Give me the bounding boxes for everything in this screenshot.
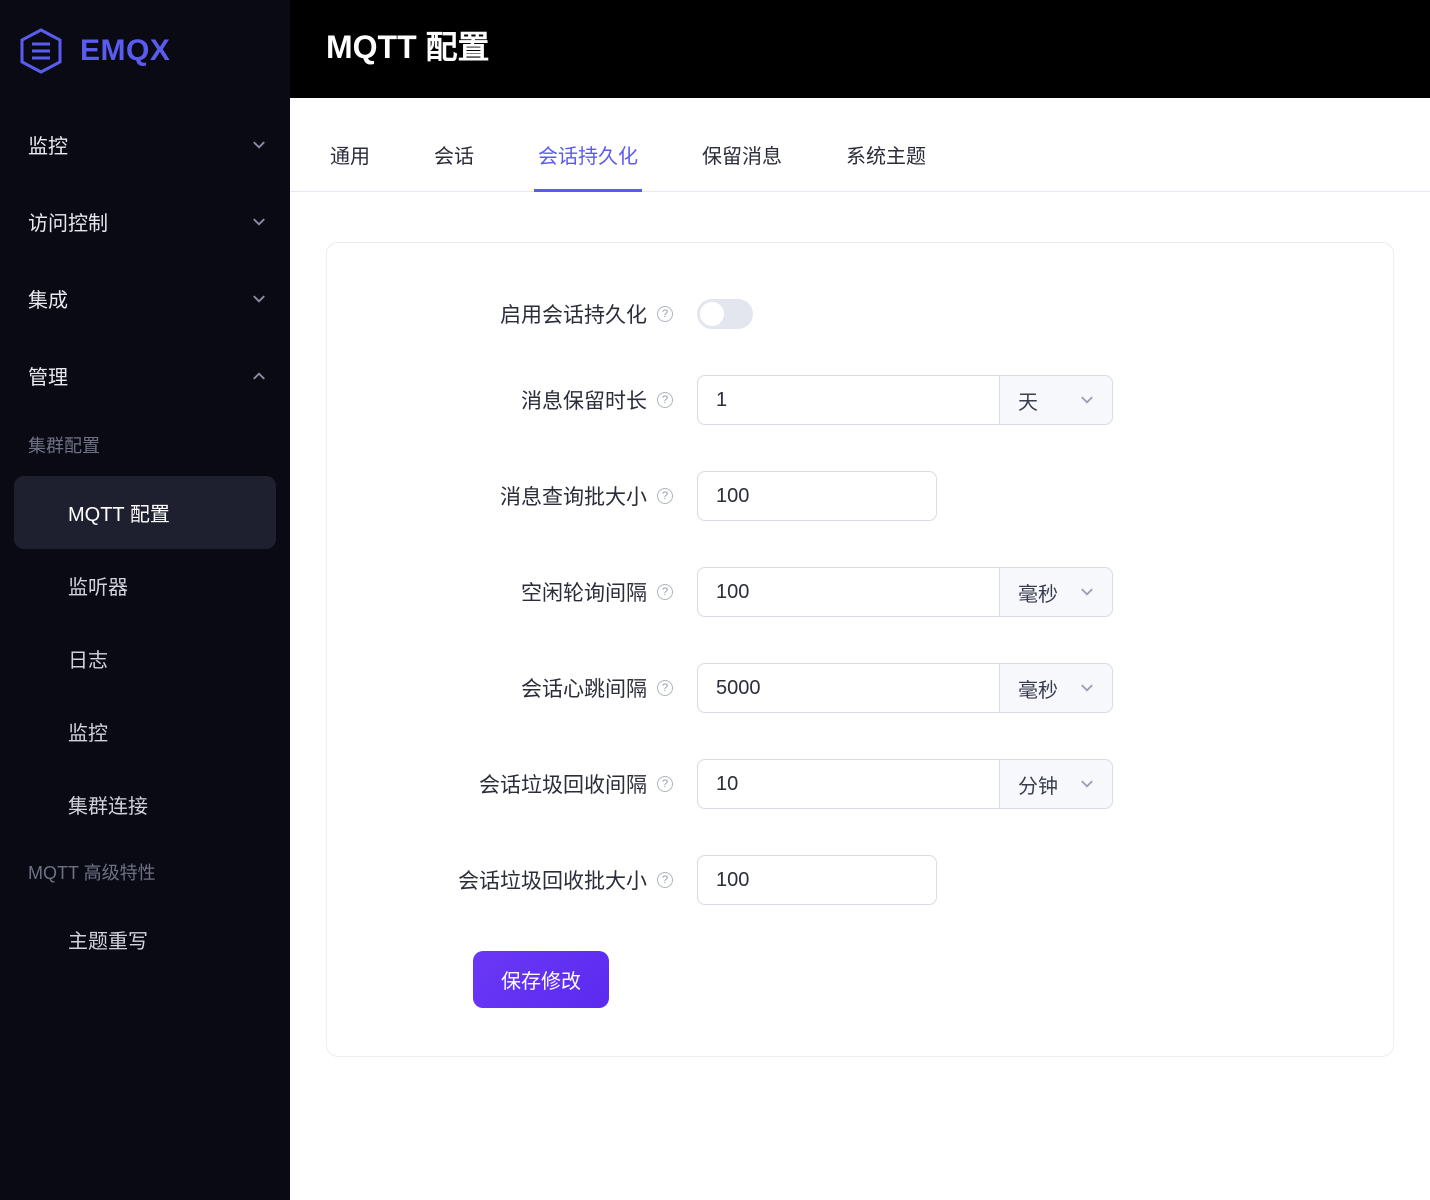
brand-text: EMQX	[80, 34, 170, 68]
tab-session[interactable]: 会话	[430, 126, 478, 192]
sidebar: EMQX 监控 访问控制 集成 管理 集群配置	[0, 0, 290, 1200]
content: 通用 会话 会话持久化 保留消息 系统主题 启用会话持久化 ? 消息保留时长 ?	[290, 98, 1430, 1200]
gc-batch-input[interactable]	[697, 855, 937, 905]
chevron-down-icon	[1080, 681, 1094, 695]
label-heartbeat: 会话心跳间隔	[521, 673, 647, 703]
idle-poll-input[interactable]	[697, 567, 999, 617]
chevron-down-icon	[1080, 393, 1094, 407]
nav-group-label: 访问控制	[28, 207, 108, 236]
nav-item-label: 日志	[68, 650, 108, 672]
nav-item-mqtt-config[interactable]: MQTT 配置	[14, 476, 276, 549]
gc-interval-unit-select[interactable]: 分钟	[999, 759, 1113, 809]
tabs: 通用 会话 会话持久化 保留消息 系统主题	[290, 98, 1430, 192]
help-icon[interactable]: ?	[657, 488, 673, 504]
heartbeat-input[interactable]	[697, 663, 999, 713]
nav-item-label: MQTT 配置	[68, 504, 170, 526]
form-actions: 保存修改	[387, 951, 1333, 1008]
nav-group-monitoring[interactable]: 监控	[0, 106, 290, 183]
chevron-down-icon	[252, 292, 266, 306]
help-icon[interactable]: ?	[657, 872, 673, 888]
enable-switch[interactable]	[697, 299, 753, 329]
nav-sub-management: 集群配置 MQTT 配置 监听器 日志 监控 集群连接 MQTT 高级特性 主题…	[0, 414, 290, 976]
label-retention: 消息保留时长	[521, 385, 647, 415]
nav-item-label: 监控	[68, 723, 108, 745]
help-icon[interactable]: ?	[657, 584, 673, 600]
nav-item-monitoring[interactable]: 监控	[0, 695, 290, 768]
chevron-up-icon	[252, 369, 266, 383]
row-heartbeat: 会话心跳间隔 ? 毫秒	[387, 663, 1333, 713]
nav-group-label: 监控	[28, 130, 68, 159]
chevron-down-icon	[1080, 585, 1094, 599]
row-retention: 消息保留时长 ? 天	[387, 375, 1333, 425]
nav-group-label: 管理	[28, 361, 68, 390]
nav-item-cluster-connection[interactable]: 集群连接	[0, 768, 290, 841]
label-idle-poll: 空闲轮询间隔	[521, 577, 647, 607]
nav-section-mqtt-advanced: MQTT 高级特性	[0, 841, 290, 903]
row-gc-batch: 会话垃圾回收批大小 ?	[387, 855, 1333, 905]
tab-retained[interactable]: 保留消息	[698, 126, 786, 192]
label-gc-interval: 会话垃圾回收间隔	[479, 769, 647, 799]
heartbeat-unit-select[interactable]: 毫秒	[999, 663, 1113, 713]
row-idle-poll: 空闲轮询间隔 ? 毫秒	[387, 567, 1333, 617]
form-panel: 启用会话持久化 ? 消息保留时长 ? 天	[326, 242, 1394, 1057]
retention-unit-select[interactable]: 天	[999, 375, 1113, 425]
chevron-down-icon	[1080, 777, 1094, 791]
nav-group-label: 集成	[28, 284, 68, 313]
idle-poll-unit-select[interactable]: 毫秒	[999, 567, 1113, 617]
row-batch-size: 消息查询批大小 ?	[387, 471, 1333, 521]
logo-area: EMQX	[0, 0, 290, 102]
chevron-down-icon	[252, 215, 266, 229]
unit-value: 分钟	[1018, 770, 1058, 799]
tab-system-topic[interactable]: 系统主题	[842, 126, 930, 192]
help-icon[interactable]: ?	[657, 392, 673, 408]
label-enable: 启用会话持久化	[500, 299, 647, 329]
logo-icon	[16, 26, 66, 76]
nav-item-label: 主题重写	[68, 931, 148, 953]
unit-value: 毫秒	[1018, 674, 1058, 703]
tab-general[interactable]: 通用	[326, 126, 374, 192]
nav-item-label: 集群连接	[68, 796, 148, 818]
row-gc-interval: 会话垃圾回收间隔 ? 分钟	[387, 759, 1333, 809]
help-icon[interactable]: ?	[657, 776, 673, 792]
nav-group-access-control[interactable]: 访问控制	[0, 183, 290, 260]
tab-session-persistence[interactable]: 会话持久化	[534, 126, 642, 192]
nav-group-integration[interactable]: 集成	[0, 260, 290, 337]
nav-item-logs[interactable]: 日志	[0, 622, 290, 695]
label-batch-size: 消息查询批大小	[500, 481, 647, 511]
help-icon[interactable]: ?	[657, 680, 673, 696]
nav-item-listeners[interactable]: 监听器	[0, 549, 290, 622]
batch-size-input[interactable]	[697, 471, 937, 521]
nav-section-cluster: 集群配置	[0, 414, 290, 476]
nav-group-management[interactable]: 管理	[0, 337, 290, 414]
help-icon[interactable]: ?	[657, 306, 673, 322]
nav: 监控 访问控制 集成 管理 集群配置 MQTT 配置 监听器	[0, 102, 290, 976]
topbar: MQTT 配置	[290, 0, 1430, 98]
nav-item-label: 监听器	[68, 577, 128, 599]
main: MQTT 配置 通用 会话 会话持久化 保留消息 系统主题 启用会话持久化 ?	[290, 0, 1430, 1200]
page-title: MQTT 配置	[326, 22, 1394, 68]
gc-interval-input[interactable]	[697, 759, 999, 809]
retention-input[interactable]	[697, 375, 999, 425]
nav-item-topic-rewrite[interactable]: 主题重写	[0, 903, 290, 976]
save-button[interactable]: 保存修改	[473, 951, 609, 1008]
chevron-down-icon	[252, 138, 266, 152]
row-enable: 启用会话持久化 ?	[387, 299, 1333, 329]
unit-value: 天	[1018, 386, 1038, 415]
unit-value: 毫秒	[1018, 578, 1058, 607]
label-gc-batch: 会话垃圾回收批大小	[458, 865, 647, 895]
